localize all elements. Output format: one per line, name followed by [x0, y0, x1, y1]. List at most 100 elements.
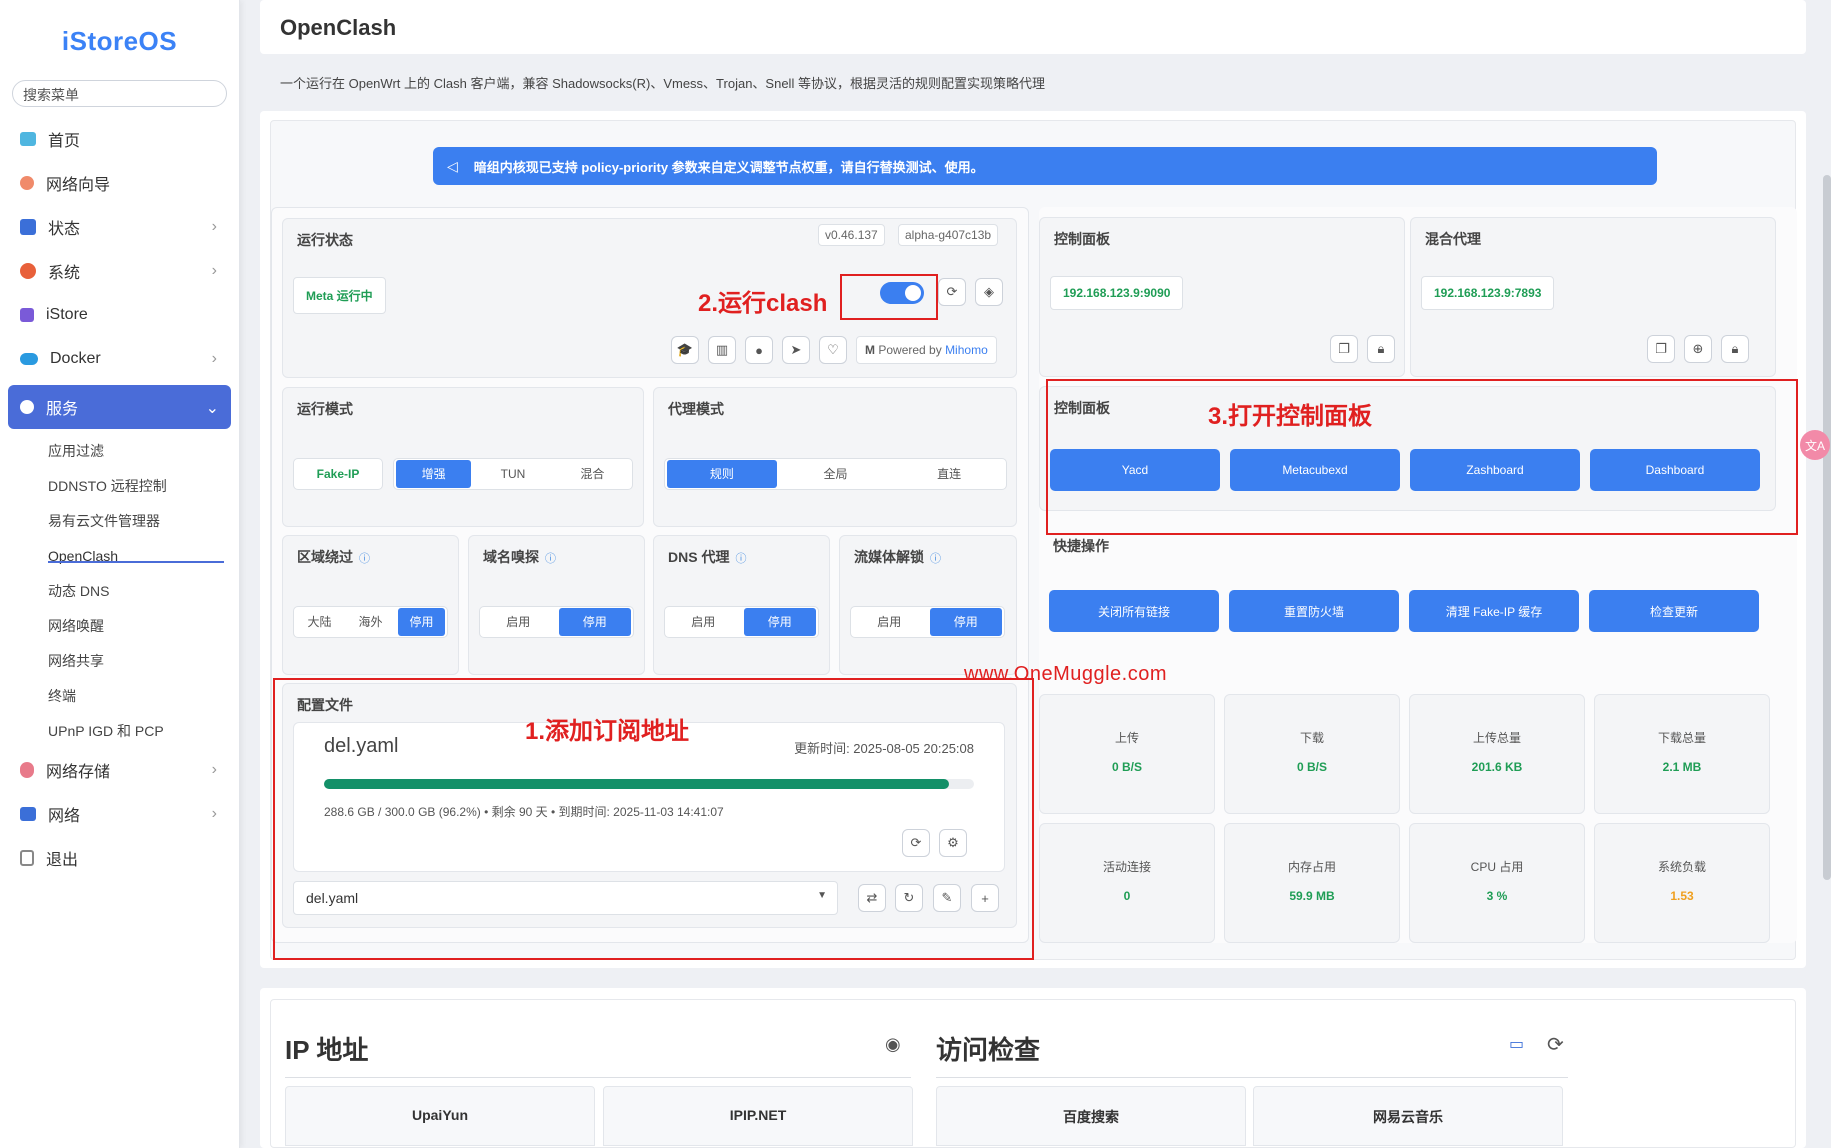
- proxy-mode-option[interactable]: 直连: [894, 460, 1004, 488]
- fake-ip-selector[interactable]: Fake-IP: [293, 458, 383, 490]
- layers-button[interactable]: ◈: [975, 278, 1003, 306]
- sub-item-ddns[interactable]: 动态 DNS: [0, 573, 239, 608]
- run-mode-option[interactable]: 混合: [555, 460, 630, 488]
- stat-label: 系统负载: [1657, 860, 1706, 874]
- stat-download: 下载 0 B/S: [1224, 694, 1400, 814]
- router-icon[interactable]: ▭: [1509, 1034, 1524, 1054]
- reset-firewall-button[interactable]: 重置防火墙: [1229, 590, 1399, 632]
- stat-label: 内存占用: [1287, 860, 1336, 874]
- dashboard-card: 控制面板 192.168.123.9:9090 ❐ 🔒︎: [1039, 217, 1405, 377]
- ip-divider: [285, 1077, 911, 1078]
- sub-item-upnp[interactable]: UPnP IGD 和 PCP: [0, 713, 239, 748]
- stream-unlock-card: 流媒体解锁 ⓘ 启用 停用: [839, 535, 1017, 675]
- bottom-inner: IP 地址 ◉ UpaiYun IPIP.NET 访问检查 ▭ ⟳ 百度搜索 网…: [270, 999, 1796, 1148]
- domain-sniff-option[interactable]: 启用: [482, 608, 555, 636]
- dashboard-icon: [20, 132, 36, 146]
- copy-icon[interactable]: ❐: [1647, 335, 1675, 363]
- dashboard-address[interactable]: 192.168.123.9:9090: [1050, 276, 1184, 310]
- title-card: OpenClash: [260, 0, 1806, 54]
- sub-item-terminal[interactable]: 终端: [0, 678, 239, 713]
- page-description: 一个运行在 OpenWrt 上的 Clash 客户端，兼容 Shadowsock…: [280, 76, 1045, 91]
- stat-value: 59.9 MB: [1289, 889, 1335, 903]
- mixed-proxy-address[interactable]: 192.168.123.9:7893: [1421, 276, 1555, 310]
- watermark-text: www.OneMuggle.com: [964, 663, 1168, 685]
- sub-item-file-manager[interactable]: 易有云文件管理器: [0, 503, 239, 538]
- help-icon[interactable]: ⓘ: [735, 553, 746, 565]
- help-icon[interactable]: ⓘ: [545, 553, 556, 565]
- banner-text: 暗组内核现已支持 policy-priority 参数来自定义调整节点权重，请自…: [473, 159, 984, 175]
- close-connections-button[interactable]: 关闭所有链接: [1049, 590, 1219, 632]
- lock-icon[interactable]: 🔒︎: [1721, 335, 1749, 363]
- sidebar-item-storage[interactable]: 网络存储 ›: [0, 748, 239, 792]
- network-icon: [20, 807, 36, 821]
- region-bypass-option[interactable]: 大陆: [296, 608, 343, 636]
- stream-unlock-option[interactable]: 启用: [853, 608, 926, 636]
- eye-icon[interactable]: ◉: [885, 1034, 901, 1055]
- sidebar-item-label: 服务: [46, 401, 79, 418]
- globe-icon[interactable]: ⊕: [1684, 335, 1712, 363]
- menu-search-input[interactable]: 搜索菜单: [12, 80, 227, 107]
- book-icon[interactable]: ▥: [708, 336, 736, 364]
- sidebar-item-status[interactable]: 状态 ›: [0, 205, 239, 249]
- sidebar-item-system[interactable]: 系统 ›: [0, 249, 239, 293]
- lock-icon[interactable]: 🔒︎: [1367, 335, 1395, 363]
- translate-icon[interactable]: 文A: [1800, 430, 1830, 460]
- access-card-netease: 网易云音乐: [1253, 1086, 1563, 1146]
- domain-sniff-option[interactable]: 停用: [558, 608, 631, 636]
- stat-value: 0: [1123, 889, 1131, 903]
- stream-unlock-selector: 启用 停用: [850, 606, 1005, 638]
- powered-by-badge[interactable]: M Powered by Mihomo: [856, 336, 997, 364]
- sub-item-wol[interactable]: 网络唤醒: [0, 608, 239, 643]
- refresh-icon[interactable]: ⟳: [1547, 1032, 1564, 1057]
- run-mode-option[interactable]: 增强: [396, 460, 472, 488]
- grid-icon: [20, 219, 36, 235]
- sidebar-item-home[interactable]: 首页: [0, 117, 239, 161]
- sidebar-item-label: 退出: [46, 852, 79, 869]
- dns-proxy-option[interactable]: 启用: [667, 608, 740, 636]
- sidebar-item-network[interactable]: 网络 ›: [0, 792, 239, 836]
- dashboard-title: 控制面板: [1054, 231, 1110, 247]
- sub-item-openclash[interactable]: OpenClash: [0, 538, 239, 573]
- run-mode-option[interactable]: TUN: [475, 460, 550, 488]
- proxy-mode-option[interactable]: 全局: [781, 460, 891, 488]
- stat-value: 2.1 MB: [1662, 760, 1702, 774]
- sub-item-share[interactable]: 网络共享: [0, 643, 239, 678]
- annotation-open-panel: 3.打开控制面板: [1208, 403, 1373, 430]
- sidebar-item-services[interactable]: 服务 ⌄: [8, 385, 231, 429]
- sub-item-ddnsto[interactable]: DDNSTO 远程控制: [0, 468, 239, 503]
- proxy-mode-selector: 规则 全局 直连: [664, 458, 1007, 490]
- sub-item-app-filter[interactable]: 应用过滤: [0, 433, 239, 468]
- help-icon[interactable]: ⓘ: [930, 553, 941, 565]
- stat-memory: 内存占用 59.9 MB: [1224, 823, 1400, 943]
- stat-upload: 上传 0 B/S: [1039, 694, 1215, 814]
- fake-ip-option[interactable]: Fake-IP: [296, 460, 380, 488]
- sidebar-item-istore[interactable]: iStore: [0, 293, 239, 337]
- stat-upload-total: 上传总量 201.6 KB: [1409, 694, 1585, 814]
- help-icon[interactable]: ⓘ: [359, 553, 370, 565]
- app-logo[interactable]: iStoreOS: [0, 26, 239, 66]
- page-scrollbar[interactable]: [1823, 175, 1831, 880]
- copy-icon[interactable]: ❐: [1330, 335, 1358, 363]
- heart-icon[interactable]: ♡: [819, 336, 847, 364]
- quick-actions-card: 快捷操作 关闭所有链接 重置防火墙 清理 Fake-IP 缓存 检查更新: [1039, 525, 1776, 665]
- region-bypass-option[interactable]: 海外: [347, 608, 394, 636]
- check-update-button[interactable]: 检查更新: [1589, 590, 1759, 632]
- right-panel: 控制面板 192.168.123.9:9090 ❐ 🔒︎ 混合代理 192.16…: [1039, 207, 1797, 943]
- graduation-cap-icon[interactable]: 🎓: [671, 336, 699, 364]
- proxy-mode-option[interactable]: 规则: [667, 460, 777, 488]
- sidebar-item-logout[interactable]: 退出: [0, 836, 239, 880]
- sidebar: iStoreOS 搜索菜单 首页 网络向导 状态 › 系统 › iStore D…: [0, 0, 240, 1148]
- region-bypass-option[interactable]: 停用: [398, 608, 445, 636]
- stream-unlock-option[interactable]: 停用: [929, 608, 1002, 636]
- clear-fakeip-button[interactable]: 清理 Fake-IP 缓存: [1409, 590, 1579, 632]
- dns-proxy-option[interactable]: 停用: [743, 608, 816, 636]
- bag-icon: [20, 308, 34, 322]
- github-icon[interactable]: ●: [745, 336, 773, 364]
- stat-label: 上传: [1114, 731, 1139, 745]
- services-icon: [20, 400, 34, 414]
- sidebar-item-docker[interactable]: Docker ›: [0, 337, 239, 381]
- region-bypass-selector: 大陆 海外 停用: [293, 606, 448, 638]
- refresh-button[interactable]: ⟳: [938, 278, 966, 306]
- telegram-icon[interactable]: ➤: [782, 336, 810, 364]
- sidebar-item-network-wizard[interactable]: 网络向导: [0, 161, 239, 205]
